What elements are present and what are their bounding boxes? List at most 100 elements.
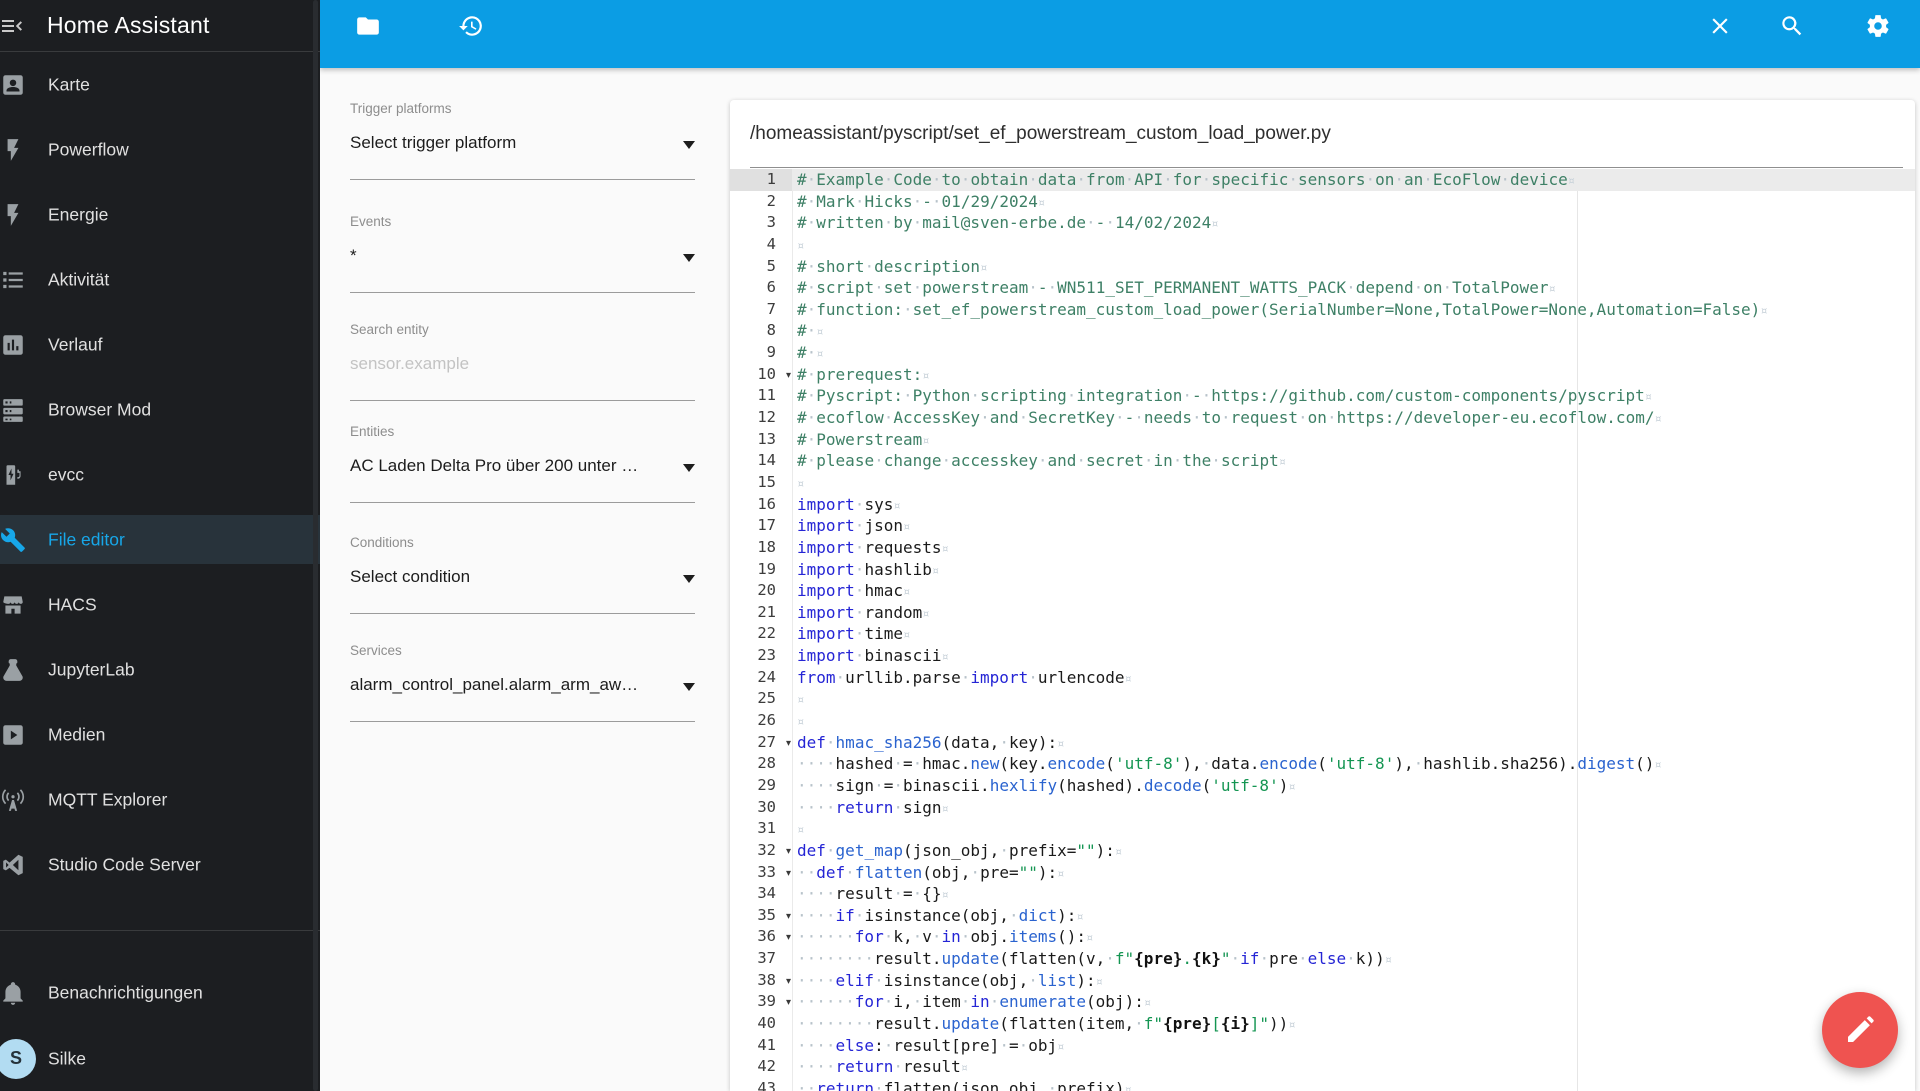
sidebar-item-aktivitaet[interactable]: Aktivität [0, 247, 320, 312]
fold-arrow-icon[interactable]: ▾ [786, 733, 791, 755]
code-line[interactable]: 42 ····return·result¤ [730, 1056, 1915, 1078]
code-line[interactable]: 8 #·¤ [730, 320, 1915, 342]
fold-arrow-icon[interactable]: ▾ [786, 841, 791, 863]
code-line[interactable]: 18 import·requests¤ [730, 537, 1915, 559]
code-line[interactable]: 6 #·script·set·powerstream·-·WN511_SET_PE… [730, 277, 1915, 299]
code-line-content: ····return·sign¤ [797, 797, 949, 817]
code-line[interactable]: 19 import·hashlib¤ [730, 559, 1915, 581]
sidebar-item-energie[interactable]: Energie [0, 182, 320, 247]
dropdown-arrow-icon[interactable] [683, 464, 695, 472]
sidebar-item-label: Karte [48, 74, 90, 94]
sidebar-item-verlauf[interactable]: Verlauf [0, 312, 320, 377]
close-icon[interactable] [1707, 13, 1733, 39]
code-line[interactable]: 43 ··return·flatten(json_obj,·prefix)¤ [730, 1078, 1915, 1091]
code-line[interactable]: 32 ▾ def·get_map(json_obj,·prefix=""):¤ [730, 840, 1915, 862]
code-line[interactable]: 17 import·json¤ [730, 515, 1915, 537]
sidebar-item-silke[interactable]: S Silke [0, 1026, 320, 1091]
code-line[interactable]: 11 #·Pyscript:·Python·scripting·integrati… [730, 385, 1915, 407]
sidebar-item-label: MQTT Explorer [48, 789, 168, 809]
fold-arrow-icon[interactable]: ▾ [786, 927, 791, 949]
code-line-content: #·¤ [797, 343, 824, 363]
code-line[interactable]: 1 #·Example·Code·to·obtain·data·from·API·… [730, 169, 1915, 191]
sidebar-item-evcc[interactable]: evcc [0, 442, 320, 507]
code-line-content: import·time¤ [797, 624, 911, 644]
file-path-field[interactable]: /homeassistant/pyscript/set_ef_powerstre… [750, 100, 1903, 168]
dropdown-arrow-icon[interactable] [683, 141, 695, 149]
code-line[interactable]: 12 #·ecoflow·AccessKey·and·SecretKey·-·ne… [730, 407, 1915, 429]
code-line[interactable]: 35 ▾ ····if·isinstance(obj,·dict):¤ [730, 905, 1915, 927]
trigger-platforms-select[interactable]: Select trigger platform [350, 133, 677, 153]
menu-open-icon[interactable] [0, 14, 24, 38]
code-line[interactable]: 3 #·written·by·mail@sven-erbe.de·-·14/02/… [730, 212, 1915, 234]
fold-arrow-icon[interactable]: ▾ [786, 863, 791, 885]
fold-arrow-icon[interactable]: ▾ [786, 365, 791, 387]
events-select[interactable]: * [350, 246, 677, 266]
dropdown-arrow-icon[interactable] [683, 683, 695, 691]
sidebar-item-studio-code-server[interactable]: Studio Code Server [0, 832, 320, 897]
code-line[interactable]: 16 import·sys¤ [730, 494, 1915, 516]
sidebar-item-medien[interactable]: Medien [0, 702, 320, 767]
code-line-content: #·Mark·Hicks·-·01/29/2024¤ [797, 191, 1046, 211]
history-icon[interactable] [458, 13, 484, 39]
code-line[interactable]: 22 import·time¤ [730, 623, 1915, 645]
search-entity-input[interactable]: sensor.example [350, 354, 677, 374]
code-line[interactable]: 7 #·function:·set_ef_powerstream_custom_l… [730, 299, 1915, 321]
code-line[interactable]: 38 ▾ ····elif·isinstance(obj,·list):¤ [730, 970, 1915, 992]
sidebar-item-jupyterlab[interactable]: JupyterLab [0, 637, 320, 702]
fold-arrow-icon[interactable]: ▾ [786, 906, 791, 928]
search-icon[interactable] [1779, 13, 1805, 39]
line-number: 38 ▾ [730, 970, 792, 992]
code-line[interactable]: 40 ········result.update(flatten(item,·f"… [730, 1013, 1915, 1035]
filter-group-events: Events * [350, 214, 695, 300]
code-line[interactable]: 4 ¤ [730, 234, 1915, 256]
code-line[interactable]: 28 ····hashed·=·hmac.new(key.encode('utf-… [730, 753, 1915, 775]
conditions-select[interactable]: Select condition [350, 567, 677, 587]
code-line[interactable]: 34 ····result·=·{}¤ [730, 883, 1915, 905]
sidebar-item-mqtt-explorer[interactable]: MQTT Explorer [0, 767, 320, 832]
code-editor[interactable]: 1 #·Example·Code·to·obtain·data·from·API·… [730, 169, 1915, 1091]
services-select[interactable]: alarm_control_panel.alarm_arm_aw… [350, 675, 677, 695]
code-line[interactable]: 23 import·binascii¤ [730, 645, 1915, 667]
code-line[interactable]: 29 ····sign·=·binascii.hexlify(hashed).de… [730, 775, 1915, 797]
code-line[interactable]: 37 ········result.update(flatten(v,·f"{pr… [730, 948, 1915, 970]
sidebar-item-label: evcc [48, 464, 84, 484]
entities-select[interactable]: AC Laden Delta Pro über 200 unter … [350, 456, 677, 476]
edit-fab-button[interactable] [1822, 992, 1898, 1068]
code-line[interactable]: 39 ▾ ······for·i,·item·in·enumerate(obj):¤ [730, 991, 1915, 1013]
code-line[interactable]: 2 #·Mark·Hicks·-·01/29/2024¤ [730, 191, 1915, 213]
code-line[interactable]: 9 #·¤ [730, 342, 1915, 364]
code-line[interactable]: 5 #·short·description¤ [730, 256, 1915, 278]
sidebar-item-hacs[interactable]: HACS [0, 572, 320, 637]
code-line[interactable]: 15 ¤ [730, 472, 1915, 494]
code-line[interactable]: 33 ▾ ··def·flatten(obj,·pre=""):¤ [730, 862, 1915, 884]
code-line[interactable]: 41 ····else:·result[pre]·=·obj¤ [730, 1035, 1915, 1057]
code-line-content: import·json¤ [797, 516, 911, 536]
sidebar-item-powerflow[interactable]: Powerflow [0, 117, 320, 182]
code-line[interactable]: 13 #·Powerstream¤ [730, 429, 1915, 451]
folder-icon[interactable] [355, 13, 381, 39]
fold-arrow-icon[interactable]: ▾ [786, 971, 791, 993]
sidebar-item-karte[interactable]: Karte [0, 52, 320, 117]
code-line[interactable]: 14 #·please·change·accesskey·and·secret·i… [730, 450, 1915, 472]
dropdown-arrow-icon[interactable] [683, 575, 695, 583]
code-line[interactable]: 20 import·hmac¤ [730, 580, 1915, 602]
dropdown-arrow-icon[interactable] [683, 254, 695, 262]
sidebar-item-benachrichtigungen[interactable]: Benachrichtigungen [0, 960, 320, 1025]
code-line[interactable]: 30 ····return·sign¤ [730, 797, 1915, 819]
code-line[interactable]: 36 ▾ ······for·k,·v·in·obj.items():¤ [730, 926, 1915, 948]
code-line[interactable]: 21 import·random¤ [730, 602, 1915, 624]
code-line[interactable]: 31 ¤ [730, 818, 1915, 840]
settings-icon[interactable] [1865, 13, 1891, 39]
sidebar-item-file-editor[interactable]: File editor [0, 507, 320, 572]
code-line[interactable]: 26 ¤ [730, 710, 1915, 732]
sidebar-item-browser-mod[interactable]: Browser Mod [0, 377, 320, 442]
line-number: 19 [757, 559, 776, 578]
code-line[interactable]: 25 ¤ [730, 688, 1915, 710]
fold-arrow-icon[interactable]: ▾ [786, 992, 791, 1014]
filter-group-trigger-platforms: Trigger platforms Select trigger platform [350, 101, 695, 187]
line-number: 17 [757, 516, 776, 535]
sidebar-scrollbar[interactable] [313, 0, 318, 1091]
code-line[interactable]: 10 ▾ #·prerequest:¤ [730, 364, 1915, 386]
code-line[interactable]: 27 ▾ def·hmac_sha256(data,·key):¤ [730, 732, 1915, 754]
code-line[interactable]: 24 from·urllib.parse·import·urlencode¤ [730, 667, 1915, 689]
